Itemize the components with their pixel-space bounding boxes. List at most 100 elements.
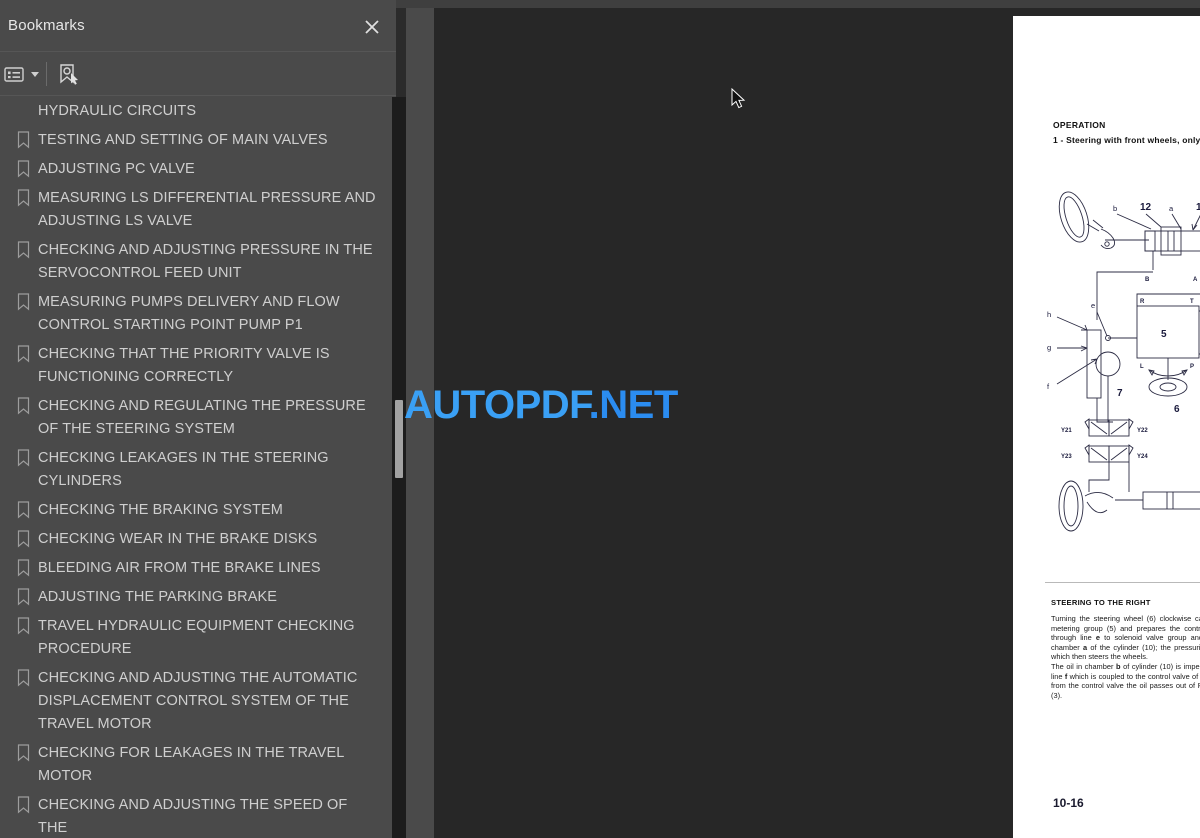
bookmarks-scrollbar-track[interactable] (392, 97, 406, 838)
svg-text:6: 6 (1174, 404, 1180, 415)
toolbar-divider (46, 62, 47, 86)
bookmark-item-label: TESTING AND SETTING OF MAIN VALVES (38, 132, 328, 148)
bookmark-item[interactable]: CHECKING THAT THE PRIORITY VALVE IS FUNC… (0, 340, 396, 392)
bookmark-icon (8, 557, 38, 579)
bookmark-item[interactable]: CHECKING AND REGULATING THE PRESSURE OF … (0, 392, 396, 444)
svg-text:a: a (1169, 204, 1174, 213)
bookmark-item[interactable]: CHECKING AND ADJUSTING THE SPEED OF THE (0, 791, 396, 838)
watermark-part2: .NET (588, 383, 679, 427)
bookmark-icon (8, 667, 38, 689)
bookmark-item[interactable]: TRAVEL HYDRAULIC EQUIPMENT CHECKING PROC… (0, 612, 396, 664)
bookmark-options-button[interactable] (2, 60, 39, 88)
bookmark-item-label: CHECKING THE BRAKING SYSTEM (38, 502, 283, 518)
svg-text:f: f (1047, 382, 1050, 391)
bookmark-icon (8, 742, 38, 764)
bookmark-icon (8, 615, 38, 637)
new-bookmark-button[interactable] (56, 60, 82, 88)
svg-text:10: 10 (1196, 202, 1200, 213)
bookmarks-panel: Bookmarks HYDRAULIC CIRCUITS TESTING AND… (0, 0, 406, 838)
bookmark-item[interactable]: ADJUSTING PC VALVE (0, 155, 396, 184)
close-icon (365, 20, 379, 34)
bookmark-icon (8, 447, 38, 469)
svg-text:Y21: Y21 (1061, 428, 1072, 434)
bookmark-item-label: CHECKING THAT THE PRIORITY VALVE IS FUNC… (38, 346, 330, 385)
bookmarks-toolbar (0, 52, 396, 96)
svg-text:5: 5 (1161, 329, 1167, 340)
bookmark-item-label: CHECKING AND ADJUSTING PRESSURE IN THE S… (38, 242, 373, 281)
bookmark-item[interactable]: CHECKING FOR LEAKAGES IN THE TRAVEL MOTO… (0, 739, 396, 791)
bookmark-icon (8, 239, 38, 261)
bookmark-item-label: CHECKING AND REGULATING THE PRESSURE OF … (38, 398, 366, 437)
bookmark-item[interactable]: ADJUSTING THE PARKING BRAKE (0, 583, 396, 612)
pdf-page: OPERATION 1 - Steering with front wheels… (1013, 16, 1200, 838)
svg-text:L: L (1140, 364, 1144, 370)
bookmark-pointer-icon (60, 64, 78, 85)
bookmark-item[interactable]: MEASURING LS DIFFERENTIAL PRESSURE AND A… (0, 184, 396, 236)
bookmark-item-label: CHECKING LEAKAGES IN THE STEERING CYLIND… (38, 450, 329, 489)
bookmark-icon (8, 129, 38, 151)
column-heading-right: STEERING TO THE RIGHT (1051, 598, 1151, 607)
bookmark-item[interactable]: TESTING AND SETTING OF MAIN VALVES (0, 126, 396, 155)
column-steering-right: STEERING TO THE RIGHT Turning the steeri… (1051, 598, 1200, 700)
bookmark-item-label: CHECKING FOR LEAKAGES IN THE TRAVEL MOTO… (38, 745, 344, 784)
bookmark-item-label: CHECKING AND ADJUSTING THE AUTOMATIC DIS… (38, 670, 358, 732)
bookmark-item[interactable]: CHECKING LEAKAGES IN THE STEERING CYLIND… (0, 444, 396, 496)
bookmark-item-label: CHECKING AND ADJUSTING THE SPEED OF THE (38, 797, 348, 836)
bookmark-item[interactable]: MEASURING PUMPS DELIVERY AND FLOW CONTRO… (0, 288, 396, 340)
figure-steering-right: b 12 a 10 B A (1041, 184, 1200, 544)
column-paragraph: Turning the steering wheel (6) clockwise… (1051, 614, 1200, 662)
bookmark-icon (8, 528, 38, 550)
bookmarks-scrollbar-thumb[interactable] (395, 400, 403, 478)
figures-container: b 12 a 10 B A (1013, 184, 1200, 544)
svg-text:Y24: Y24 (1137, 454, 1148, 460)
bookmark-icon (8, 343, 38, 365)
panel-title: Bookmarks (8, 17, 85, 34)
bookmark-item-label: CHECKING WEAR IN THE BRAKE DISKS (38, 531, 318, 547)
pdf-viewer-window: OPERATION 1 - Steering with front wheels… (0, 0, 1200, 838)
bookmark-icon (8, 586, 38, 608)
hydraulic-schematic-left: b 12 a 10 B A (1047, 191, 1200, 532)
content-divider (1045, 582, 1200, 583)
svg-text:g: g (1047, 343, 1051, 352)
bookmark-item[interactable]: CHECKING THE BRAKING SYSTEM (0, 496, 396, 525)
bookmarks-list[interactable]: HYDRAULIC CIRCUITS TESTING AND SETTING OF… (0, 97, 396, 838)
svg-text:e: e (1091, 301, 1095, 310)
bookmark-item-label: BLEEDING AIR FROM THE BRAKE LINES (38, 560, 321, 576)
bookmark-item[interactable]: CHECKING AND ADJUSTING PRESSURE IN THE S… (0, 236, 396, 288)
bookmark-icon (8, 395, 38, 417)
bookmark-item-label: MEASURING PUMPS DELIVERY AND FLOW CONTRO… (38, 294, 340, 333)
svg-text:B: B (1145, 277, 1150, 283)
watermark: AUTOPDF.NET (404, 385, 678, 425)
svg-text:12: 12 (1140, 202, 1152, 213)
svg-text:h: h (1047, 310, 1051, 319)
bookmark-item-label: MEASURING LS DIFFERENTIAL PRESSURE AND A… (38, 190, 376, 229)
bookmark-item-label: ADJUSTING THE PARKING BRAKE (38, 589, 278, 605)
svg-text:Y22: Y22 (1137, 428, 1148, 434)
close-panel-button[interactable] (358, 13, 386, 41)
bookmark-item[interactable]: BLEEDING AIR FROM THE BRAKE LINES (0, 554, 396, 583)
bookmarks-panel-header: Bookmarks (0, 0, 396, 52)
bookmark-icon (8, 291, 38, 313)
mouse-cursor (731, 88, 746, 109)
bookmark-item[interactable]: CHECKING AND ADJUSTING THE AUTOMATIC DIS… (0, 664, 396, 739)
bookmark-item[interactable]: HYDRAULIC CIRCUITS (0, 97, 396, 126)
watermark-part1: AUTOPDF (404, 383, 589, 427)
svg-text:R: R (1140, 299, 1145, 305)
bookmark-item-label: ADJUSTING PC VALVE (38, 161, 195, 177)
svg-text:A: A (1193, 277, 1198, 283)
operation-subheading: 1 - Steering with front wheels, only. (1053, 135, 1200, 145)
chevron-down-icon (31, 71, 39, 77)
svg-text:P: P (1190, 364, 1194, 370)
bookmark-item[interactable]: CHECKING WEAR IN THE BRAKE DISKS (0, 525, 396, 554)
svg-text:7: 7 (1117, 388, 1123, 399)
bookmark-icon (8, 158, 38, 180)
bookmark-item-label: TRAVEL HYDRAULIC EQUIPMENT CHECKING PROC… (38, 618, 355, 657)
page-number: 10-16 (1053, 796, 1084, 810)
svg-text:Y23: Y23 (1061, 454, 1072, 460)
bookmark-icon (8, 499, 38, 521)
bookmark-icon (8, 794, 38, 816)
bookmark-icon (8, 187, 38, 209)
bookmark-item-label: HYDRAULIC CIRCUITS (38, 103, 197, 119)
column-paragraph: The oil in chamber b of cylinder (10) is… (1051, 661, 1200, 700)
operation-heading: OPERATION (1053, 120, 1106, 130)
